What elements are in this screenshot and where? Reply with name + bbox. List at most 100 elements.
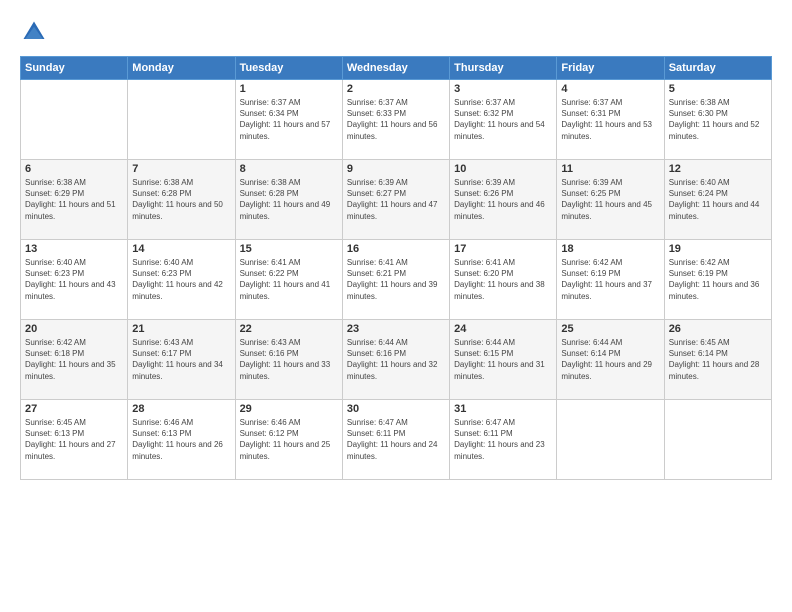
week-row-4: 20Sunrise: 6:42 AM Sunset: 6:18 PM Dayli… [21,320,772,400]
calendar-cell: 26 Sunrise: 6:45 AM Sunset: 6:14 PM Dayli… [664,320,771,400]
day-number: 6 [25,163,123,175]
day-info: Sunrise: 6:42 AM Sunset: 6:19 PM Dayligh… [561,257,659,302]
header [20,18,772,46]
calendar-cell: 12 Sunrise: 6:40 AM Sunset: 6:24 PM Dayli… [664,160,771,240]
day-number: 30 [347,403,445,415]
day-info: Sunrise: 6:37 AM Sunset: 6:32 PM Dayligh… [454,97,552,142]
weekday-header-sunday: Sunday [21,57,128,80]
calendar-cell: 23 Sunrise: 6:44 AM Sunset: 6:16 PM Dayli… [342,320,449,400]
calendar-cell: 22 Sunrise: 6:43 AM Sunset: 6:16 PM Dayli… [235,320,342,400]
day-info: Sunrise: 6:38 AM Sunset: 6:29 PM Dayligh… [25,177,123,222]
day-number: 26 [669,323,767,335]
calendar-cell: 30 Sunrise: 6:47 AM Sunset: 6:11 PM Dayli… [342,400,449,480]
calendar-cell: 14Sunrise: 6:40 AM Sunset: 6:23 PM Dayli… [128,240,235,320]
weekday-header-wednesday: Wednesday [342,57,449,80]
day-info: Sunrise: 6:44 AM Sunset: 6:14 PM Dayligh… [561,337,659,382]
calendar-cell: 15 Sunrise: 6:41 AM Sunset: 6:22 PM Dayli… [235,240,342,320]
day-number: 8 [240,163,338,175]
day-number: 10 [454,163,552,175]
day-info: Sunrise: 6:41 AM Sunset: 6:21 PM Dayligh… [347,257,445,302]
day-number: 21 [132,323,230,335]
calendar-cell: 27Sunrise: 6:45 AM Sunset: 6:13 PM Dayli… [21,400,128,480]
week-row-5: 27Sunrise: 6:45 AM Sunset: 6:13 PM Dayli… [21,400,772,480]
day-info: Sunrise: 6:43 AM Sunset: 6:17 PM Dayligh… [132,337,230,382]
day-number: 24 [454,323,552,335]
day-number: 3 [454,83,552,95]
day-number: 15 [240,243,338,255]
weekday-header-friday: Friday [557,57,664,80]
calendar-cell: 10 Sunrise: 6:39 AM Sunset: 6:26 PM Dayli… [450,160,557,240]
day-number: 9 [347,163,445,175]
calendar-cell: 28 Sunrise: 6:46 AM Sunset: 6:13 PM Dayli… [128,400,235,480]
calendar-cell: 20Sunrise: 6:42 AM Sunset: 6:18 PM Dayli… [21,320,128,400]
calendar-cell: 31 Sunrise: 6:47 AM Sunset: 6:11 PM Dayli… [450,400,557,480]
day-info: Sunrise: 6:44 AM Sunset: 6:16 PM Dayligh… [347,337,445,382]
day-info: Sunrise: 6:39 AM Sunset: 6:25 PM Dayligh… [561,177,659,222]
day-number: 5 [669,83,767,95]
calendar-cell: 8 Sunrise: 6:38 AM Sunset: 6:28 PM Daylig… [235,160,342,240]
calendar-cell: 3 Sunrise: 6:37 AM Sunset: 6:32 PM Daylig… [450,80,557,160]
day-info: Sunrise: 6:38 AM Sunset: 6:30 PM Dayligh… [669,97,767,142]
day-number: 31 [454,403,552,415]
day-number: 28 [132,403,230,415]
calendar-cell: 17Sunrise: 6:41 AM Sunset: 6:20 PM Dayli… [450,240,557,320]
calendar-cell: 21 Sunrise: 6:43 AM Sunset: 6:17 PM Dayli… [128,320,235,400]
day-number: 19 [669,243,767,255]
day-info: Sunrise: 6:45 AM Sunset: 6:14 PM Dayligh… [669,337,767,382]
calendar-cell: 16Sunrise: 6:41 AM Sunset: 6:21 PM Dayli… [342,240,449,320]
calendar-cell: 4 Sunrise: 6:37 AM Sunset: 6:31 PM Daylig… [557,80,664,160]
calendar-cell: 18 Sunrise: 6:42 AM Sunset: 6:19 PM Dayli… [557,240,664,320]
calendar-cell [557,400,664,480]
day-number: 27 [25,403,123,415]
day-info: Sunrise: 6:43 AM Sunset: 6:16 PM Dayligh… [240,337,338,382]
day-info: Sunrise: 6:46 AM Sunset: 6:12 PM Dayligh… [240,417,338,462]
calendar-cell [21,80,128,160]
day-number: 18 [561,243,659,255]
calendar-cell: 11Sunrise: 6:39 AM Sunset: 6:25 PM Dayli… [557,160,664,240]
calendar: SundayMondayTuesdayWednesdayThursdayFrid… [20,56,772,480]
logo [20,18,52,46]
logo-icon [20,18,48,46]
calendar-cell: 2 Sunrise: 6:37 AM Sunset: 6:33 PM Daylig… [342,80,449,160]
calendar-cell: 5 Sunrise: 6:38 AM Sunset: 6:30 PM Daylig… [664,80,771,160]
day-info: Sunrise: 6:39 AM Sunset: 6:27 PM Dayligh… [347,177,445,222]
day-info: Sunrise: 6:44 AM Sunset: 6:15 PM Dayligh… [454,337,552,382]
day-info: Sunrise: 6:46 AM Sunset: 6:13 PM Dayligh… [132,417,230,462]
day-info: Sunrise: 6:39 AM Sunset: 6:26 PM Dayligh… [454,177,552,222]
day-number: 23 [347,323,445,335]
day-number: 4 [561,83,659,95]
weekday-header-row: SundayMondayTuesdayWednesdayThursdayFrid… [21,57,772,80]
calendar-cell [128,80,235,160]
day-number: 12 [669,163,767,175]
calendar-cell: 29Sunrise: 6:46 AM Sunset: 6:12 PM Dayli… [235,400,342,480]
calendar-cell: 24 Sunrise: 6:44 AM Sunset: 6:15 PM Dayli… [450,320,557,400]
week-row-1: 1 Sunrise: 6:37 AM Sunset: 6:34 PM Daylig… [21,80,772,160]
day-number: 1 [240,83,338,95]
calendar-cell: 1 Sunrise: 6:37 AM Sunset: 6:34 PM Daylig… [235,80,342,160]
week-row-2: 6 Sunrise: 6:38 AM Sunset: 6:29 PM Daylig… [21,160,772,240]
day-info: Sunrise: 6:40 AM Sunset: 6:23 PM Dayligh… [132,257,230,302]
day-info: Sunrise: 6:37 AM Sunset: 6:31 PM Dayligh… [561,97,659,142]
day-info: Sunrise: 6:40 AM Sunset: 6:23 PM Dayligh… [25,257,123,302]
day-number: 7 [132,163,230,175]
day-number: 20 [25,323,123,335]
calendar-cell: 25Sunrise: 6:44 AM Sunset: 6:14 PM Dayli… [557,320,664,400]
day-number: 22 [240,323,338,335]
weekday-header-monday: Monday [128,57,235,80]
calendar-cell: 7Sunrise: 6:38 AM Sunset: 6:28 PM Daylig… [128,160,235,240]
calendar-cell: 19 Sunrise: 6:42 AM Sunset: 6:19 PM Dayli… [664,240,771,320]
day-info: Sunrise: 6:47 AM Sunset: 6:11 PM Dayligh… [454,417,552,462]
day-info: Sunrise: 6:40 AM Sunset: 6:24 PM Dayligh… [669,177,767,222]
day-number: 2 [347,83,445,95]
day-info: Sunrise: 6:41 AM Sunset: 6:22 PM Dayligh… [240,257,338,302]
weekday-header-tuesday: Tuesday [235,57,342,80]
day-info: Sunrise: 6:42 AM Sunset: 6:19 PM Dayligh… [669,257,767,302]
day-info: Sunrise: 6:38 AM Sunset: 6:28 PM Dayligh… [240,177,338,222]
day-number: 13 [25,243,123,255]
day-info: Sunrise: 6:37 AM Sunset: 6:34 PM Dayligh… [240,97,338,142]
day-info: Sunrise: 6:41 AM Sunset: 6:20 PM Dayligh… [454,257,552,302]
day-info: Sunrise: 6:37 AM Sunset: 6:33 PM Dayligh… [347,97,445,142]
calendar-cell: 13 Sunrise: 6:40 AM Sunset: 6:23 PM Dayli… [21,240,128,320]
day-info: Sunrise: 6:47 AM Sunset: 6:11 PM Dayligh… [347,417,445,462]
calendar-cell: 9 Sunrise: 6:39 AM Sunset: 6:27 PM Daylig… [342,160,449,240]
